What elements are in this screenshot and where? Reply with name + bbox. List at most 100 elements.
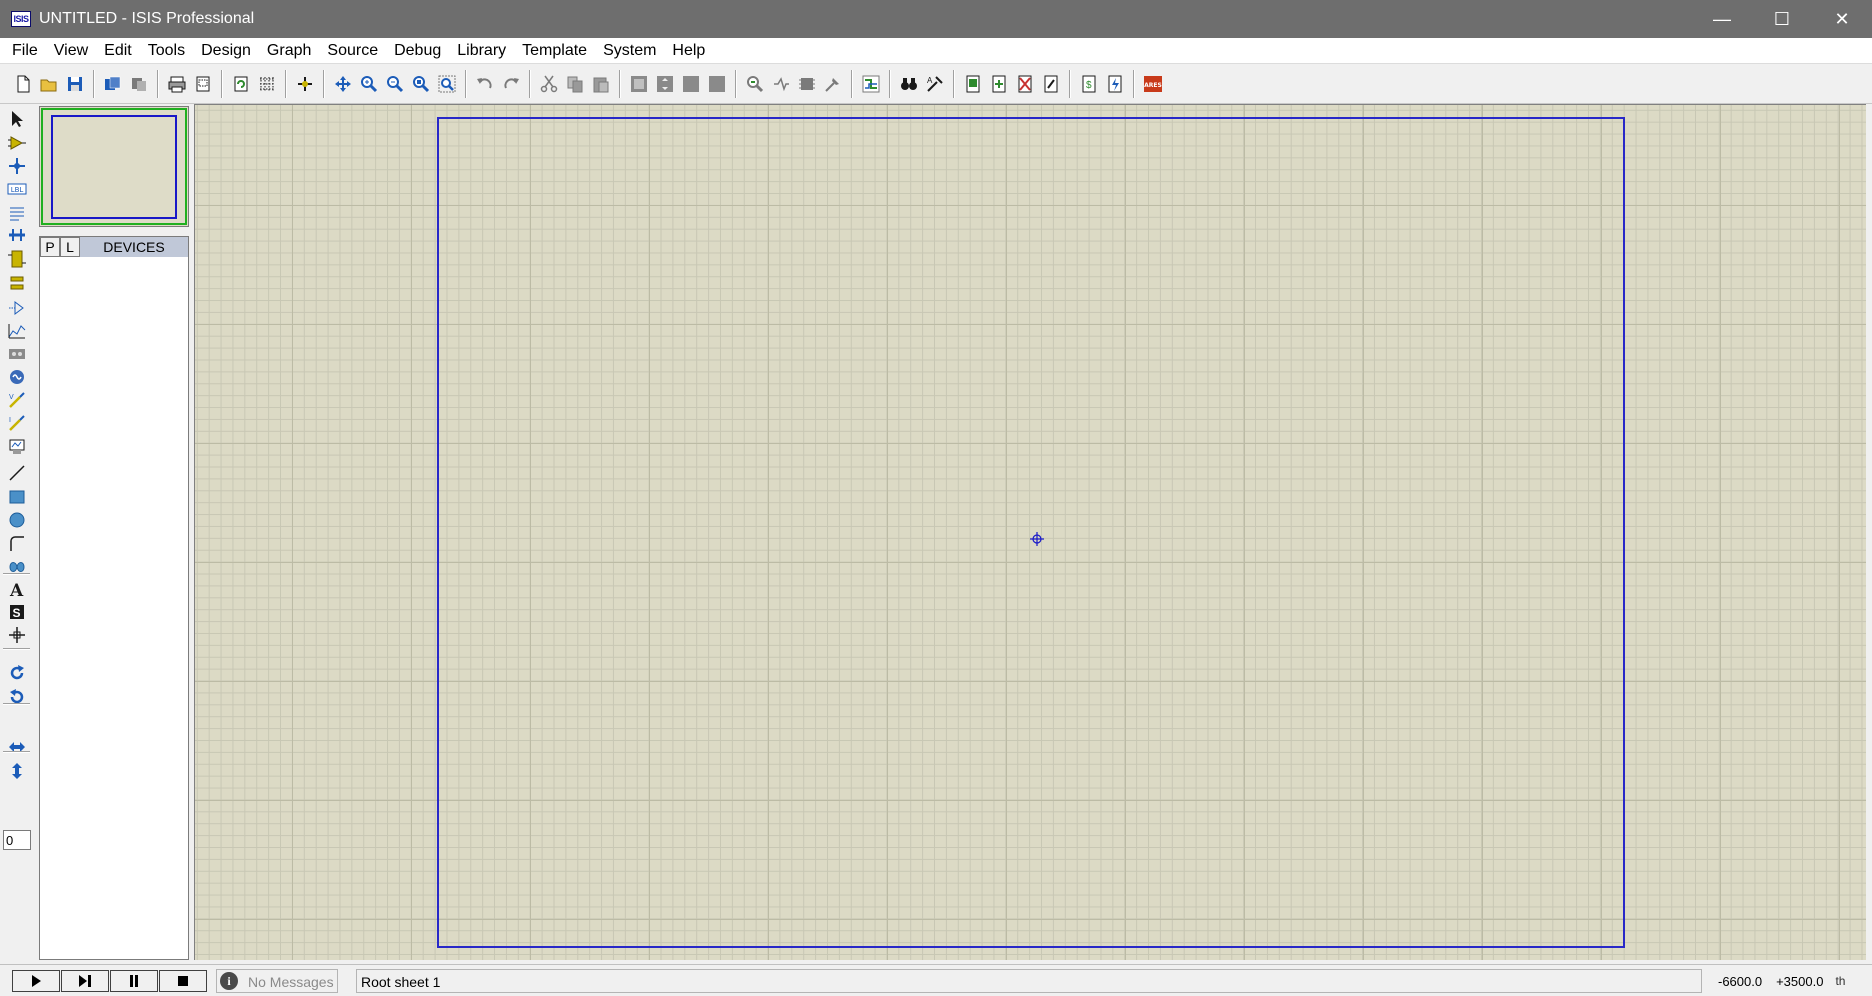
package-button[interactable] <box>794 71 820 97</box>
close-button[interactable]: ✕ <box>1812 0 1872 38</box>
text-script-icon <box>9 207 24 221</box>
new-button[interactable] <box>10 71 36 97</box>
schematic-editing-canvas[interactable] <box>194 104 1866 960</box>
terminals-tool[interactable] <box>3 271 30 295</box>
generator-tool[interactable] <box>3 365 30 389</box>
menu-debug[interactable]: Debug <box>386 38 449 64</box>
new-sheet-button[interactable] <box>960 71 986 97</box>
paste-button[interactable] <box>588 71 614 97</box>
rotation-angle-input[interactable] <box>3 830 31 850</box>
arc-tool[interactable] <box>3 532 30 556</box>
maximize-button[interactable]: ☐ <box>1752 0 1812 38</box>
redo-button[interactable] <box>498 71 524 97</box>
remove-sheet-button[interactable] <box>1012 71 1038 97</box>
zoom-area-button[interactable] <box>434 71 460 97</box>
import-button[interactable] <box>100 71 126 97</box>
pick-device-button[interactable] <box>742 71 768 97</box>
subcircuit-tool[interactable] <box>3 247 30 271</box>
tape-recorder-tool[interactable] <box>3 342 30 366</box>
copy-button[interactable] <box>562 71 588 97</box>
menu-system[interactable]: System <box>595 38 664 64</box>
symbol-tool[interactable]: S <box>3 600 30 624</box>
text-tool[interactable]: A <box>3 577 30 601</box>
buses-tool[interactable] <box>3 223 30 247</box>
ares-button[interactable]: ARES <box>1140 71 1166 97</box>
print-button[interactable] <box>164 71 190 97</box>
decompose-button[interactable] <box>820 71 846 97</box>
stop-button[interactable] <box>159 970 207 992</box>
add-sheet-button[interactable] <box>986 71 1012 97</box>
search-button[interactable] <box>896 71 922 97</box>
property-assign-button[interactable]: A <box>922 71 948 97</box>
pan-button[interactable] <box>330 71 356 97</box>
make-device-button[interactable] <box>768 71 794 97</box>
undo-icon <box>477 77 492 88</box>
units-toggle[interactable]: th <box>1835 974 1845 988</box>
mirror-y-tool[interactable] <box>3 759 30 783</box>
rotate-cw-icon <box>10 665 24 680</box>
cut-button[interactable] <box>536 71 562 97</box>
step-button[interactable] <box>61 970 109 992</box>
device-pins-tool[interactable] <box>3 296 30 320</box>
text-script-tool[interactable] <box>3 201 30 225</box>
menu-source[interactable]: Source <box>319 38 386 64</box>
box-tool[interactable] <box>3 485 30 509</box>
bill-of-materials-button[interactable]: $ <box>1076 71 1102 97</box>
export-button[interactable] <box>126 71 152 97</box>
selection-tool[interactable] <box>3 107 30 131</box>
menu-template[interactable]: Template <box>514 38 595 64</box>
print-area-button[interactable] <box>190 71 216 97</box>
menu-design[interactable]: Design <box>193 38 259 64</box>
zoom-out-button[interactable] <box>382 71 408 97</box>
goto-sheet-button[interactable] <box>1038 71 1064 97</box>
virtual-instrument-tool[interactable] <box>3 435 30 459</box>
bill-of-materials-icon: $ <box>1082 75 1096 92</box>
menu-graph[interactable]: Graph <box>259 38 319 64</box>
library-manager-tab[interactable]: L <box>60 237 80 257</box>
refresh-button[interactable] <box>228 71 254 97</box>
wire-autorouter-button[interactable] <box>858 71 884 97</box>
menu-tools[interactable]: Tools <box>140 38 193 64</box>
block-copy-button[interactable] <box>626 71 652 97</box>
menu-view[interactable]: View <box>46 38 96 64</box>
toolbar-separator <box>285 69 287 98</box>
menu-help[interactable]: Help <box>664 38 713 64</box>
component-tool[interactable] <box>3 131 30 155</box>
open-button[interactable] <box>36 71 62 97</box>
current-probe-tool[interactable]: I <box>3 411 30 435</box>
menu-file[interactable]: File <box>4 38 46 64</box>
mirror-x-tool[interactable] <box>3 735 30 759</box>
graph-tool[interactable] <box>3 319 30 343</box>
line-icon <box>8 465 25 481</box>
coord-y: +3500.0 <box>1776 973 1824 989</box>
pick-devices-tab[interactable]: P <box>40 237 60 257</box>
menu-library[interactable]: Library <box>449 38 514 64</box>
current-sheet-text: Root sheet 1 <box>361 974 441 990</box>
junction-dot-tool[interactable] <box>3 154 30 178</box>
menu-edit[interactable]: Edit <box>96 38 140 64</box>
zoom-in-button[interactable] <box>356 71 382 97</box>
rotate-cw-tool[interactable] <box>3 661 30 685</box>
block-delete-button[interactable] <box>704 71 730 97</box>
origin-button[interactable] <box>292 71 318 97</box>
marker-tool[interactable] <box>3 623 30 647</box>
block-rotate-button[interactable] <box>678 71 704 97</box>
minimize-button[interactable]: — <box>1692 0 1752 38</box>
make-device-icon <box>774 76 789 91</box>
grid-button[interactable] <box>254 71 280 97</box>
electrical-rules-button[interactable] <box>1102 71 1128 97</box>
block-copy-icon <box>631 75 647 92</box>
path-tool[interactable] <box>3 555 30 579</box>
rotate-ccw-tool[interactable] <box>3 685 30 709</box>
zoom-all-button[interactable] <box>408 71 434 97</box>
undo-button[interactable] <box>472 71 498 97</box>
wire-label-tool[interactable]: LBL <box>3 177 30 201</box>
save-button[interactable] <box>62 71 88 97</box>
voltage-probe-tool[interactable]: V <box>3 388 30 412</box>
circle-tool[interactable] <box>3 508 30 532</box>
line-tool[interactable] <box>3 461 30 485</box>
play-button[interactable] <box>12 970 60 992</box>
block-move-button[interactable] <box>652 71 678 97</box>
overview-window[interactable] <box>39 106 189 227</box>
pause-button[interactable] <box>110 970 158 992</box>
